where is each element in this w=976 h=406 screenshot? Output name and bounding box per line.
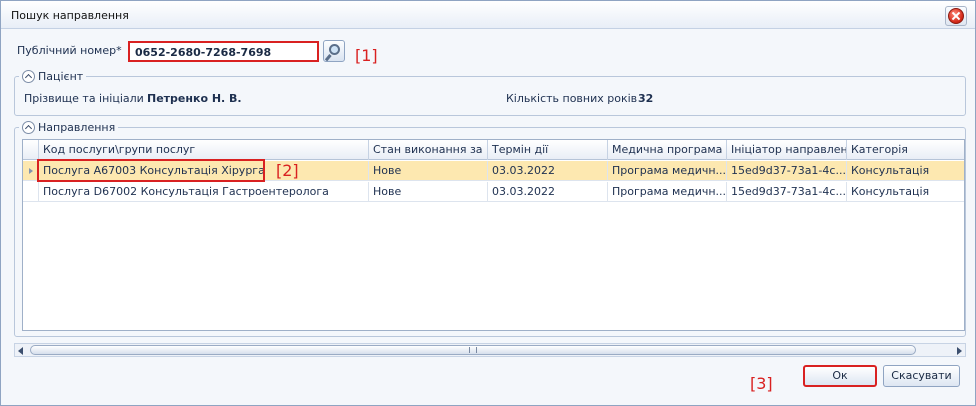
cell-status[interactable]: Нове xyxy=(369,161,488,181)
title-bar: Пошук направлення xyxy=(1,1,975,29)
grip-icon xyxy=(469,347,477,353)
search-button[interactable] xyxy=(323,40,345,62)
column-header-status[interactable]: Стан виконання за г xyxy=(369,140,488,160)
column-header-category[interactable]: Категорія xyxy=(847,140,964,160)
cell-category[interactable]: Консультація xyxy=(847,182,964,202)
patient-group-header[interactable]: Пацієнт xyxy=(19,69,87,83)
cell-medical-program[interactable]: Програма медичн... xyxy=(608,161,727,181)
scroll-left-icon[interactable] xyxy=(18,347,23,355)
patient-age-label: Кількість повних років xyxy=(506,92,638,105)
cell-initiator[interactable]: 15ed9d37-73a1-4c... xyxy=(727,161,847,181)
current-row-arrow-icon xyxy=(29,168,33,174)
row-indicator xyxy=(23,182,39,202)
patient-name-value: Петренко Н. В. xyxy=(147,92,242,105)
referrals-group-title: Направлення xyxy=(38,120,116,134)
public-number-input[interactable]: 0652-2680-7268-7698 xyxy=(128,41,319,62)
scrollbar-thumb[interactable] xyxy=(30,345,916,355)
cell-service-code[interactable]: Послуга D67002 Консультація Гастроентеро… xyxy=(39,182,369,202)
collapse-icon[interactable] xyxy=(22,69,35,83)
ok-button[interactable]: Ок xyxy=(803,365,877,387)
column-header-service-code[interactable]: Код послуги\групи послуг xyxy=(39,140,369,160)
patient-name-label: Прізвище та ініціали xyxy=(24,92,144,105)
highlight-box-row xyxy=(37,159,265,182)
patient-age-value: 32 xyxy=(638,92,654,105)
horizontal-scrollbar[interactable] xyxy=(14,343,966,357)
window-title: Пошук направлення xyxy=(11,9,129,22)
cancel-button[interactable]: Скасувати xyxy=(883,365,960,387)
cell-valid-until[interactable]: 03.03.2022 xyxy=(488,161,608,181)
patient-group-title: Пацієнт xyxy=(38,69,84,83)
column-header-initiator[interactable]: Ініціатор направлен xyxy=(727,140,847,160)
annotation-marker-1: [1] xyxy=(355,46,378,65)
cell-category[interactable]: Консультація xyxy=(847,161,964,181)
grid-header: Код послуги\групи послуг Стан виконання … xyxy=(23,140,964,160)
close-button[interactable] xyxy=(945,6,967,26)
search-referral-dialog: Пошук направлення Публічний номер* 0652-… xyxy=(0,0,976,406)
column-header-valid-until[interactable]: Термін дії xyxy=(488,140,608,160)
search-icon xyxy=(329,44,340,55)
cell-status[interactable]: Нове xyxy=(369,182,488,202)
cell-medical-program[interactable]: Програма медичн... xyxy=(608,182,727,202)
cell-initiator[interactable]: 15ed9d37-73a1-4c... xyxy=(727,182,847,202)
annotation-marker-3: [3] xyxy=(750,374,773,393)
column-header-medical-program[interactable]: Медична програма xyxy=(608,140,727,160)
close-icon xyxy=(948,8,964,24)
cell-valid-until[interactable]: 03.03.2022 xyxy=(488,182,608,202)
referrals-group-header[interactable]: Направлення xyxy=(19,120,119,134)
public-number-label: Публічний номер* xyxy=(17,44,122,57)
annotation-marker-2: [2] xyxy=(276,161,299,180)
collapse-icon[interactable] xyxy=(22,120,35,134)
scroll-right-icon[interactable] xyxy=(957,347,962,355)
table-row[interactable]: Послуга D67002 Консультація Гастроентеро… xyxy=(23,182,964,202)
